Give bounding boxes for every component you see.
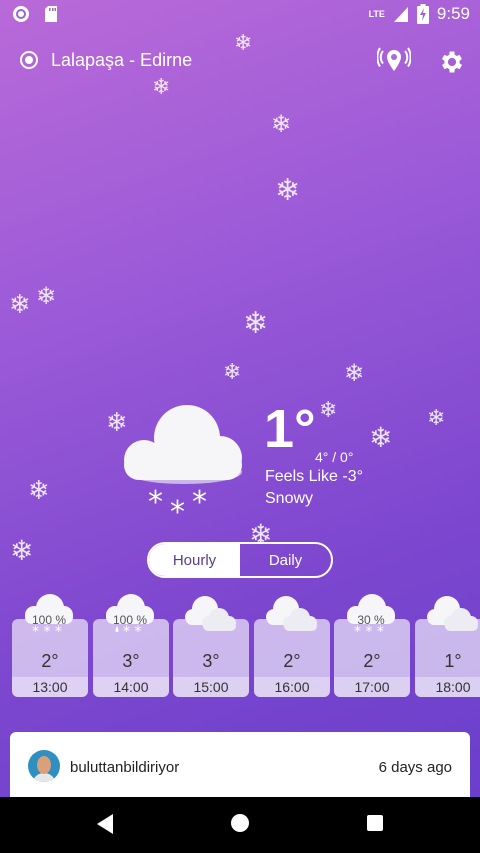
status-bar: LTE 9:59 — [0, 0, 480, 28]
hourly-time: 13:00 — [32, 679, 68, 695]
hourly-temp: 3° — [202, 651, 220, 671]
forecast-toggle: Hourly Daily — [147, 542, 333, 578]
hourly-forecast-list[interactable]: 2° 13:00 * * * 100 % 3° 14:00 * * 100 % … — [0, 592, 480, 702]
overcast-cloud-icon — [185, 596, 236, 631]
svg-text:*: * — [192, 485, 207, 520]
snowflake-icon: ❄ — [152, 75, 171, 100]
signal-icon — [393, 7, 408, 22]
radio-selected-icon[interactable] — [20, 51, 38, 69]
notification-circle-icon — [13, 6, 29, 22]
precip-chance: 30 % — [357, 613, 385, 627]
hourly-time: 17:00 — [354, 679, 390, 695]
snow-cloud-icon: * * * — [124, 405, 242, 525]
weather-screen: LTE 9:59 Lalapaşa - Edirne ❄ ❄ ❄ ❄ ❄ ❄ ❄… — [0, 0, 480, 797]
snowflake-icon: ❄ — [369, 421, 393, 454]
snowflake-icon: ❄ — [28, 476, 50, 506]
svg-text:*: * — [148, 485, 163, 520]
hourly-time: 18:00 — [435, 679, 471, 695]
network-type: LTE — [368, 9, 385, 19]
social-post-card[interactable]: buluttanbildiriyor 6 days ago — [10, 732, 470, 797]
hourly-time: 15:00 — [193, 679, 229, 695]
location-name[interactable]: Lalapaşa - Edirne — [51, 50, 192, 71]
back-icon[interactable] — [95, 813, 115, 835]
home-icon[interactable] — [231, 814, 249, 832]
hourly-time: 16:00 — [274, 679, 310, 695]
snowflake-icon: ❄ — [9, 290, 31, 320]
snowflake-icon: ❄ — [36, 282, 57, 310]
snowflake-icon: ❄ — [275, 173, 301, 208]
feels-like: Feels Like -3° — [265, 468, 363, 485]
snowflake-icon: ❄ — [223, 360, 242, 385]
recent-apps-icon[interactable] — [367, 815, 383, 831]
avatar[interactable] — [28, 750, 60, 782]
tab-daily[interactable]: Daily — [240, 544, 331, 576]
clock: 9:59 — [436, 4, 470, 23]
location-signal-icon[interactable] — [377, 46, 411, 76]
precip-chance: 100 % — [112, 613, 148, 627]
avatar-body — [32, 773, 56, 782]
tab-hourly[interactable]: Hourly — [149, 544, 240, 576]
hourly-temp: 1° — [444, 651, 462, 671]
post-username[interactable]: buluttanbildiriyor — [70, 759, 179, 776]
precip-chance: 100 % — [31, 613, 67, 627]
battery-charging-icon — [416, 4, 429, 24]
system-nav-bar — [0, 797, 480, 853]
temperature-range: 4° / 0° — [315, 449, 354, 465]
svg-text:*: * — [170, 495, 185, 525]
gear-icon[interactable] — [438, 48, 466, 76]
overcast-cloud-icon — [266, 596, 317, 631]
snowflake-icon: ❄ — [344, 359, 365, 387]
snowflake-icon: ❄ — [319, 398, 338, 423]
hourly-time: 14:00 — [113, 679, 149, 695]
post-time: 6 days ago — [378, 759, 452, 776]
hourly-temp: 3° — [122, 651, 140, 671]
hourly-temp: 2° — [283, 651, 301, 671]
hourly-temp: 2° — [41, 651, 59, 671]
current-temperature: 1° — [264, 399, 316, 459]
avatar-face — [37, 756, 51, 774]
weather-condition: Snowy — [265, 490, 314, 507]
overcast-cloud-icon — [427, 596, 478, 631]
sd-card-icon — [45, 6, 57, 22]
snowflake-icon: ❄ — [243, 306, 269, 341]
hourly-temp: 2° — [363, 651, 381, 671]
snowflake-icon: ❄ — [427, 406, 446, 431]
snowflake-icon: ❄ — [10, 534, 34, 567]
snowflake-icon: ❄ — [234, 31, 253, 56]
snowflake-icon: ❄ — [271, 110, 292, 138]
